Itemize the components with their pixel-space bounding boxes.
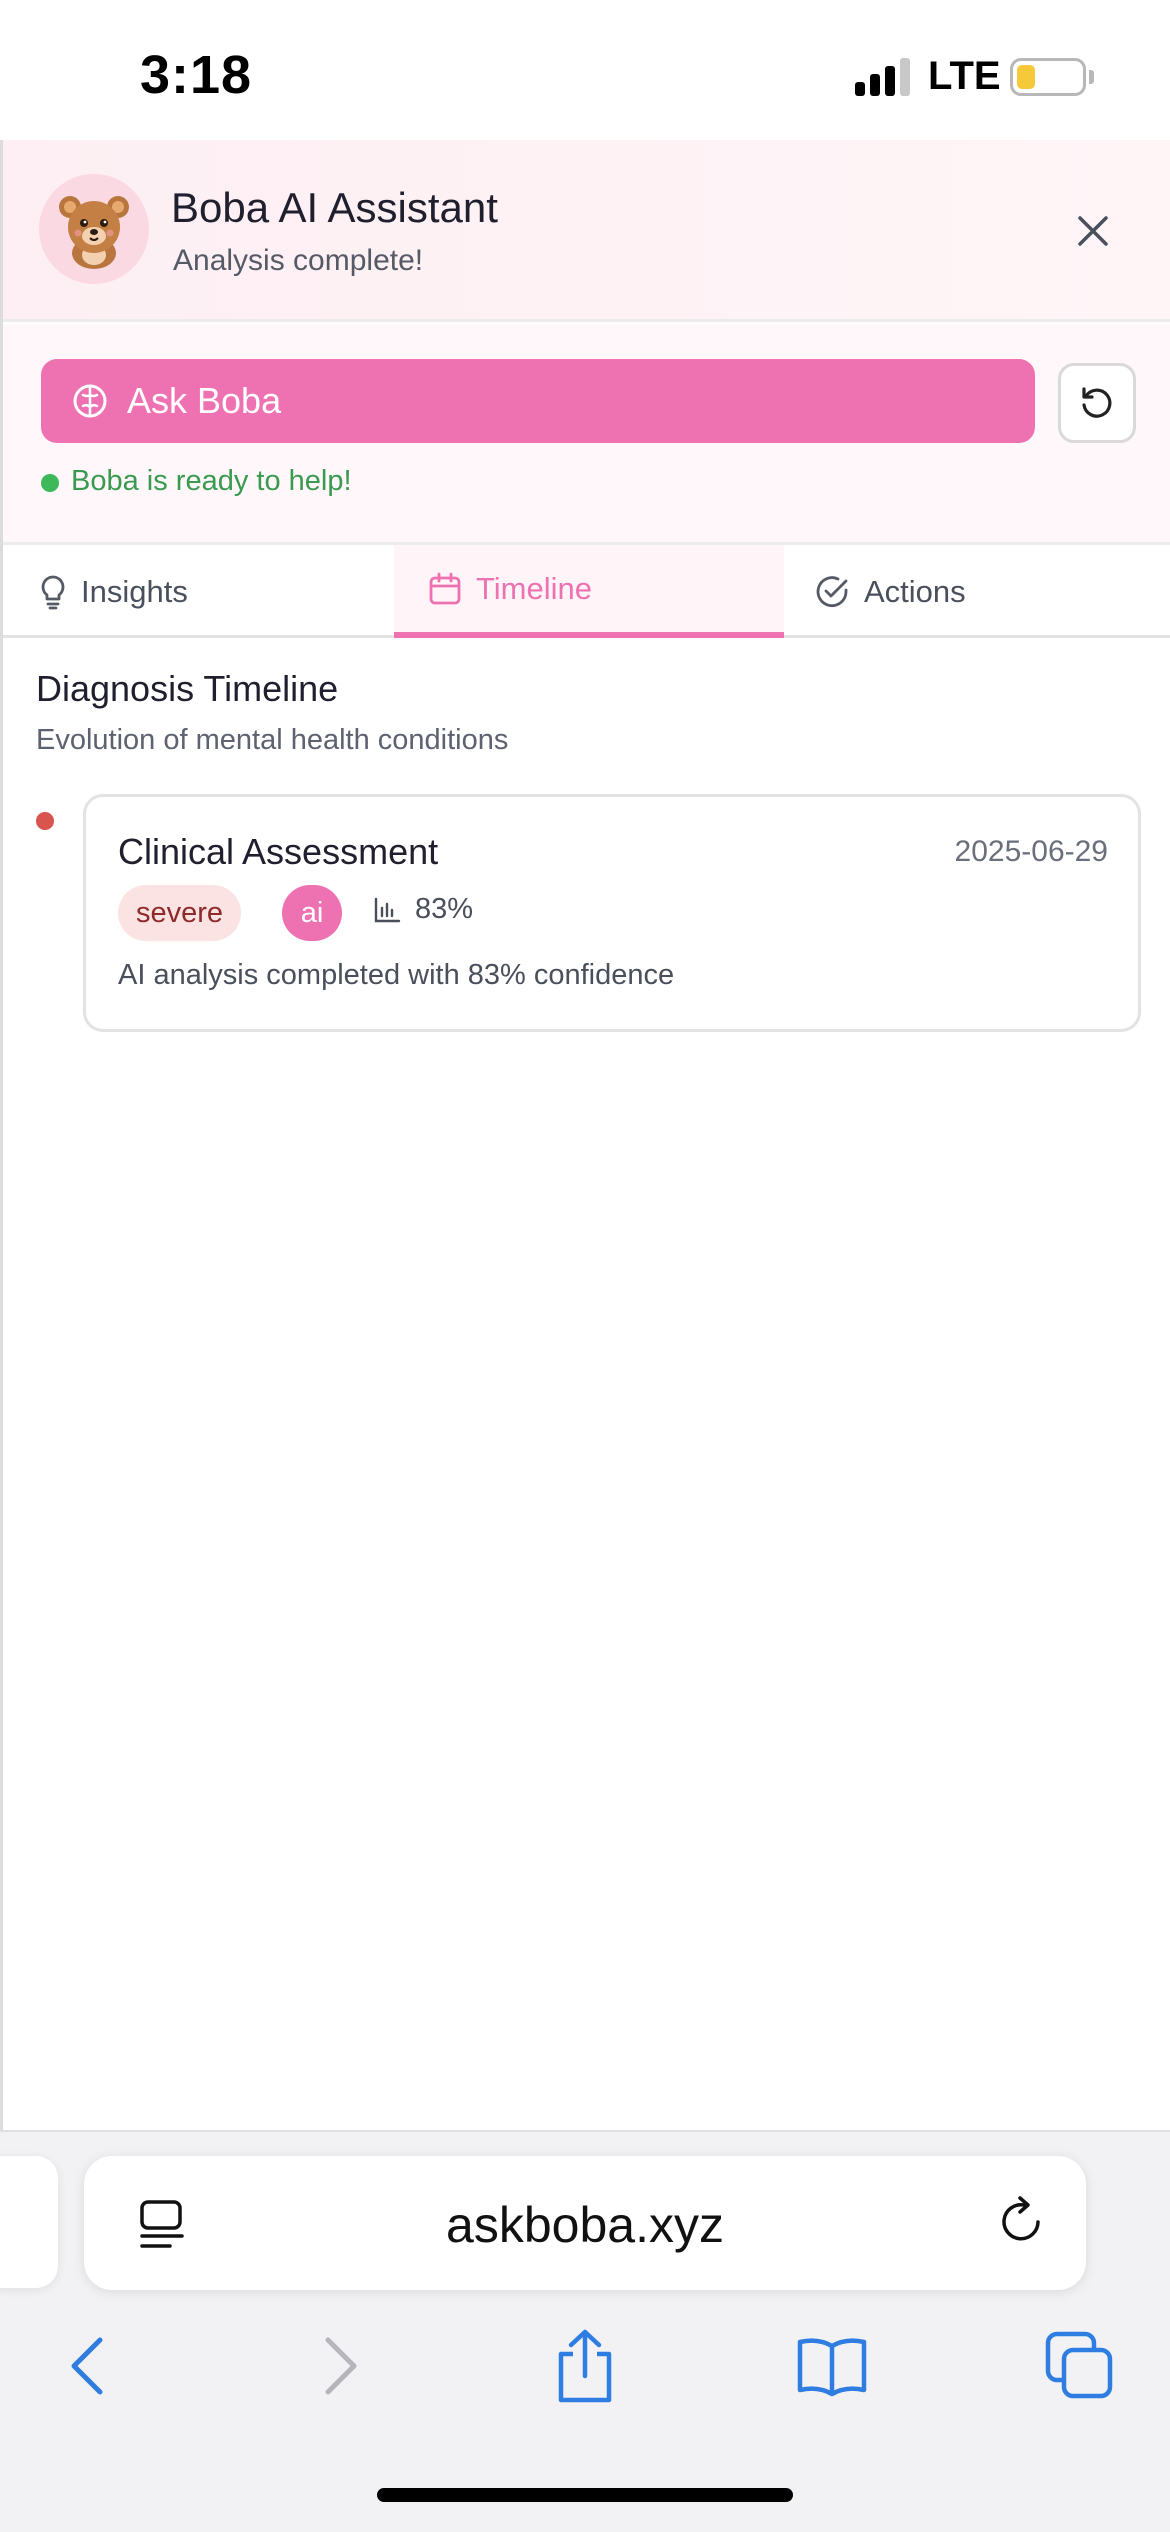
bear-avatar-icon <box>39 174 149 284</box>
tab-insights-label: Insights <box>81 573 188 609</box>
calendar-icon <box>429 572 461 604</box>
share-icon <box>558 2329 612 2403</box>
timeline-subtitle: Evolution of mental health conditions <box>36 724 509 756</box>
status-time: 3:18 <box>140 45 253 105</box>
timeline-entry-card[interactable]: Clinical Assessment 2025-06-29 severe ai… <box>83 794 1141 1032</box>
reset-icon <box>1082 387 1112 418</box>
address-bar[interactable]: askboba.xyz <box>84 2156 1086 2290</box>
forward-button[interactable] <box>300 2326 380 2406</box>
ready-indicator-dot <box>41 474 59 492</box>
severity-badge: severe <box>118 885 242 941</box>
ready-status-text: Boba is ready to help! <box>71 465 352 497</box>
reload-icon[interactable] <box>994 2194 1050 2250</box>
chevron-right-icon <box>325 2337 357 2395</box>
signal-icon <box>855 58 915 96</box>
tab-actions[interactable]: Actions <box>784 545 1170 638</box>
entry-title: Clinical Assessment <box>118 831 439 872</box>
assistant-title: Boba AI Assistant <box>171 184 498 231</box>
url-text: askboba.xyz <box>446 2197 724 2253</box>
close-icon <box>1078 216 1108 246</box>
check-circle-icon <box>816 575 848 607</box>
previous-tab-peek[interactable] <box>0 2156 58 2288</box>
chevron-left-icon <box>71 2337 103 2395</box>
back-button[interactable] <box>48 2326 128 2406</box>
tab-timeline[interactable]: Timeline <box>394 545 784 638</box>
tabs-button[interactable] <box>1040 2326 1120 2406</box>
book-icon <box>797 2338 867 2397</box>
tabs-icon <box>1045 2331 1113 2399</box>
lightbulb-icon <box>41 575 65 609</box>
bookmarks-button[interactable] <box>792 2326 872 2406</box>
bar-chart-icon <box>374 897 401 922</box>
confidence-value: 83% <box>415 893 474 925</box>
battery-icon <box>1010 58 1086 96</box>
assistant-status: Analysis complete! <box>173 244 424 277</box>
tab-actions-label: Actions <box>864 573 966 609</box>
confidence-indicator: 83% <box>373 893 473 926</box>
tab-timeline-label: Timeline <box>476 570 592 606</box>
ask-boba-label: Ask Boba <box>127 380 282 421</box>
ask-section: Ask Boba Boba is ready to help! <box>3 325 1170 545</box>
close-button[interactable] <box>1068 206 1118 256</box>
browser-bottom-bar: askboba.xyz <box>0 2130 1170 2532</box>
reset-button[interactable] <box>1058 363 1136 443</box>
entry-description: AI analysis completed with 83% confidenc… <box>118 959 675 991</box>
battery-tip <box>1089 70 1094 84</box>
share-button[interactable] <box>545 2326 625 2406</box>
timeline-severity-dot <box>36 812 54 830</box>
status-bar: 3:18 LTE <box>0 0 1170 140</box>
ask-boba-button[interactable]: Ask Boba <box>41 359 1035 443</box>
tab-bar: Insights Timeline Actions <box>3 545 1170 638</box>
network-label: LTE <box>928 54 1001 98</box>
assistant-header: Boba AI Assistant Analysis complete! <box>3 140 1170 322</box>
entry-date: 2025-06-29 <box>954 835 1108 868</box>
tab-insights[interactable]: Insights <box>3 545 393 638</box>
brain-icon <box>73 384 107 418</box>
source-badge: ai <box>282 885 342 941</box>
assistant-panel: Boba AI Assistant Analysis complete! Ask… <box>0 140 1170 2130</box>
home-indicator <box>377 2488 793 2502</box>
timeline-title: Diagnosis Timeline <box>36 668 339 709</box>
